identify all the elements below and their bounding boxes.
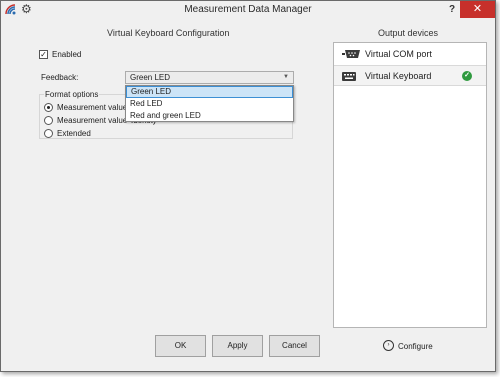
- format-radio-label-1: Measurement value +: [57, 103, 135, 112]
- format-radio-label-2: Measurement value +: [57, 116, 135, 125]
- main-window: ⚙ Measurement Data Manager ? ✕ Virtual K…: [0, 0, 496, 372]
- keyboard-config-heading: Virtual Keyboard Configuration: [107, 28, 230, 38]
- feedback-select-value: Green LED: [130, 73, 171, 82]
- feedback-dropdown-list: Green LED Red LED Red and green LED: [125, 85, 294, 122]
- keyboard-icon: [342, 72, 356, 81]
- feedback-select[interactable]: Green LED ▼: [125, 71, 294, 84]
- configure-link[interactable]: Configure: [398, 342, 433, 351]
- output-devices-heading: Output devices: [378, 28, 439, 38]
- configure-chevron-icon[interactable]: ›: [383, 340, 394, 351]
- device-row-virtual-keyboard[interactable]: Virtual Keyboard ✓: [334, 65, 486, 86]
- dropdown-option-green-led[interactable]: Green LED: [126, 86, 293, 98]
- enabled-checkbox[interactable]: ✓: [39, 50, 48, 59]
- feedback-label: Feedback:: [41, 73, 79, 82]
- format-radio-value-alt[interactable]: [44, 116, 53, 125]
- apply-button[interactable]: Apply: [212, 335, 263, 357]
- close-button[interactable]: ✕: [460, 1, 495, 18]
- dropdown-option-red-green-led[interactable]: Red and green LED: [126, 110, 293, 122]
- format-radio-value-identity[interactable]: [44, 103, 53, 112]
- title-bar: ⚙ Measurement Data Manager ? ✕: [1, 1, 495, 18]
- dropdown-option-red-led[interactable]: Red LED: [126, 98, 293, 110]
- format-options-legend: Format options: [44, 90, 100, 99]
- device-label: Virtual COM port: [365, 49, 432, 59]
- enabled-label: Enabled: [52, 50, 82, 59]
- format-radio-extended[interactable]: [44, 129, 53, 138]
- format-radio-label-3: Extended: [57, 129, 91, 138]
- serial-port-icon: [342, 50, 360, 58]
- window-title: Measurement Data Manager: [184, 4, 312, 15]
- device-row-virtual-com-port[interactable]: Virtual COM port: [334, 44, 486, 65]
- device-label: Virtual Keyboard: [365, 71, 432, 81]
- cancel-button[interactable]: Cancel: [269, 335, 320, 357]
- ok-button[interactable]: OK: [155, 335, 206, 357]
- check-circle-icon: ✓: [462, 71, 472, 81]
- chevron-down-icon: ▼: [283, 74, 289, 80]
